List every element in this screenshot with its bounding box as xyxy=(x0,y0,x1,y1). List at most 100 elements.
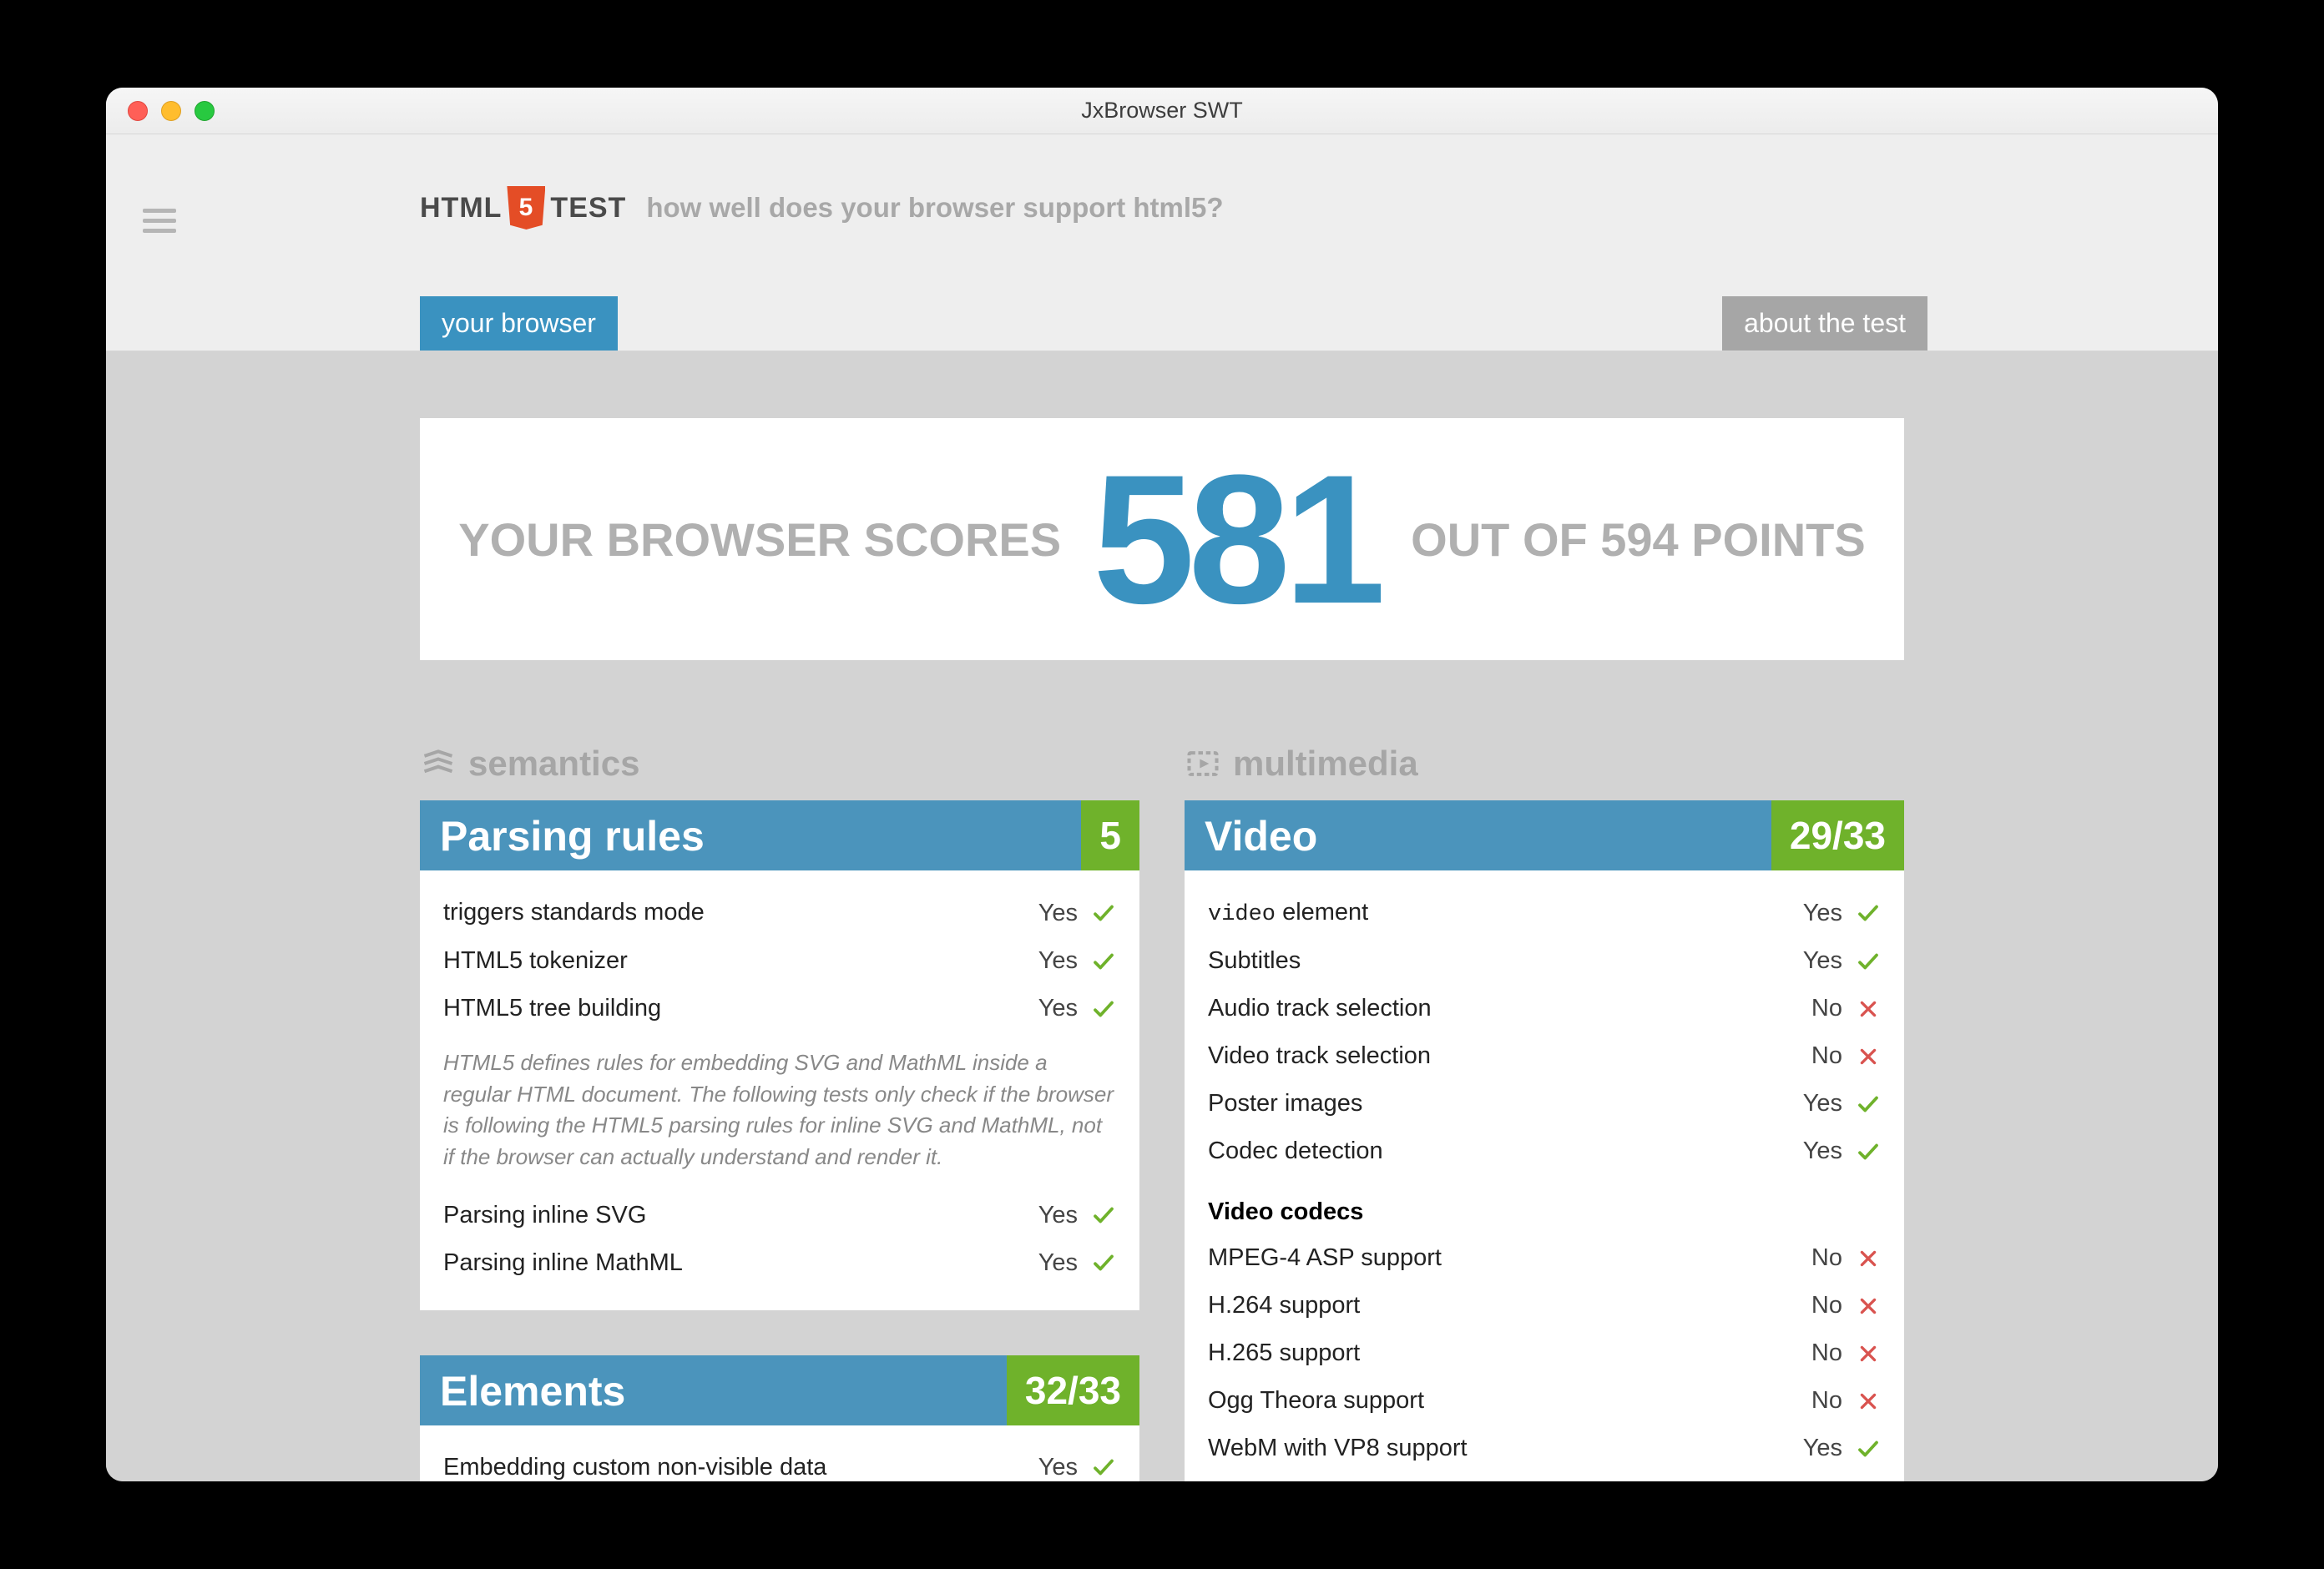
result-label: H.265 support xyxy=(1208,1339,1811,1367)
semantics-icon xyxy=(420,745,457,782)
menu-icon[interactable] xyxy=(143,203,176,239)
maximize-button[interactable] xyxy=(195,101,215,121)
result-row: Video track selectionNo xyxy=(1208,1032,1881,1080)
logo-text-left: HTML xyxy=(420,192,502,225)
result-value: No xyxy=(1811,1244,1881,1272)
result-label: Audio track selection xyxy=(1208,995,1811,1022)
result-row: Embedding custom non-visible dataYes xyxy=(443,1444,1116,1481)
results-columns: semantics Parsing rules 5 triggers standa… xyxy=(420,744,1904,1481)
section-score: 5 xyxy=(1081,800,1139,870)
result-value: No xyxy=(1811,1042,1881,1070)
check-icon xyxy=(1091,996,1116,1022)
traffic-lights xyxy=(106,101,215,121)
result-value: Yes xyxy=(1038,1249,1116,1277)
result-value: No xyxy=(1811,1339,1881,1367)
section-title: Video xyxy=(1185,800,1337,870)
result-label: Ogg Theora support xyxy=(1208,1387,1811,1415)
result-label: video element xyxy=(1208,899,1803,927)
result-value: Yes xyxy=(1803,1090,1881,1117)
result-value: Yes xyxy=(1038,947,1116,975)
result-label: HTML5 tokenizer xyxy=(443,947,1038,975)
close-button[interactable] xyxy=(128,101,148,121)
column-semantics: semantics Parsing rules 5 triggers standa… xyxy=(420,744,1139,1481)
score-banner: YOUR BROWSER SCORES 581 OUT OF 594 POINT… xyxy=(420,418,1904,660)
window-title: JxBrowser SWT xyxy=(106,98,2218,124)
result-value: Yes xyxy=(1803,1435,1881,1462)
logo[interactable]: HTML 5 TEST xyxy=(420,186,626,230)
section-score: 29/33 xyxy=(1771,800,1904,870)
logo-row: HTML 5 TEST how well does your browser s… xyxy=(420,186,1224,230)
logo-text-right: TEST xyxy=(550,192,626,225)
result-label: Embedding custom non-visible data xyxy=(443,1454,1038,1481)
result-value: Yes xyxy=(1803,900,1881,927)
section-title: Elements xyxy=(420,1355,645,1425)
category-label-text: multimedia xyxy=(1233,744,1418,784)
result-value: Yes xyxy=(1038,900,1116,927)
result-section: Video29/33video elementYesSubtitlesYesAu… xyxy=(1185,800,1904,1481)
result-row: HTML5 tokenizerYes xyxy=(443,937,1116,985)
result-row: H.264 supportNo xyxy=(1208,1282,1881,1329)
section-body: Embedding custom non-visible dataYesMath… xyxy=(420,1425,1139,1481)
result-value: No xyxy=(1811,1387,1881,1415)
result-label: Codec detection xyxy=(1208,1138,1803,1165)
check-icon xyxy=(1091,1250,1116,1275)
section-header: Elements 32/33 xyxy=(420,1355,1139,1425)
result-row: Ogg Theora supportNo xyxy=(1208,1377,1881,1425)
result-row: Parsing inline SVGYes xyxy=(443,1192,1116,1239)
result-label: Parsing inline SVG xyxy=(443,1202,1038,1229)
result-row: Poster imagesYes xyxy=(1208,1080,1881,1128)
code-snippet: video xyxy=(1208,902,1276,927)
result-value: Yes xyxy=(1038,1202,1116,1229)
section-title: Parsing rules xyxy=(420,800,725,870)
check-icon xyxy=(1856,949,1881,974)
result-row: video elementYes xyxy=(1208,889,1881,937)
check-icon xyxy=(1856,901,1881,926)
check-icon xyxy=(1091,901,1116,926)
tab-about[interactable]: about the test xyxy=(1722,296,1927,351)
nav-tabs: your browser about the test xyxy=(420,296,1927,351)
result-section: Parsing rules5 triggers standards modeYe… xyxy=(420,800,1139,1310)
page-header: HTML 5 TEST how well does your browser s… xyxy=(106,134,2218,351)
section-body: triggers standards modeYesHTML5 tokenize… xyxy=(420,870,1139,1310)
score-value: 581 xyxy=(1093,447,1379,631)
multimedia-icon xyxy=(1185,745,1221,782)
score-prefix: YOUR BROWSER SCORES xyxy=(458,512,1061,567)
section-score: 32/33 xyxy=(1007,1355,1139,1425)
result-value: Yes xyxy=(1803,1138,1881,1165)
result-row: MPEG-4 ASP supportNo xyxy=(1208,1234,1881,1282)
category-multimedia: multimedia xyxy=(1185,744,1904,784)
content-area: YOUR BROWSER SCORES 581 OUT OF 594 POINT… xyxy=(106,351,2218,1481)
result-row: triggers standards modeYes xyxy=(443,889,1116,937)
x-icon xyxy=(1856,1246,1881,1271)
result-label: MPEG-4 ASP support xyxy=(1208,1244,1811,1272)
check-icon xyxy=(1856,1092,1881,1117)
section-header: Video 29/33 xyxy=(1185,800,1904,870)
result-value: Yes xyxy=(1038,995,1116,1022)
x-icon xyxy=(1856,1044,1881,1069)
x-icon xyxy=(1856,1341,1881,1366)
result-section: Elements32/33Embedding custom non-visibl… xyxy=(420,1355,1139,1481)
result-label: Subtitles xyxy=(1208,947,1803,975)
x-icon xyxy=(1856,1294,1881,1319)
result-label: Parsing inline MathML xyxy=(443,1249,1038,1277)
result-value: No xyxy=(1811,995,1881,1022)
result-row: Codec detectionYes xyxy=(1208,1128,1881,1175)
result-row: H.265 supportNo xyxy=(1208,1329,1881,1377)
result-value: Yes xyxy=(1803,947,1881,975)
section-note: HTML5 defines rules for embedding SVG an… xyxy=(443,1032,1116,1192)
check-icon xyxy=(1856,1139,1881,1164)
result-label: HTML5 tree building xyxy=(443,995,1038,1022)
minimize-button[interactable] xyxy=(161,101,181,121)
app-window: JxBrowser SWT HTML 5 TEST how well does … xyxy=(106,88,2218,1481)
result-row: Parsing inline MathMLYes xyxy=(443,1239,1116,1287)
score-suffix: OUT OF 594 POINTS xyxy=(1411,512,1866,567)
result-label: triggers standards mode xyxy=(443,899,1038,927)
category-label-text: semantics xyxy=(468,744,639,784)
check-icon xyxy=(1091,949,1116,974)
result-label: H.264 support xyxy=(1208,1292,1811,1319)
result-label: Video track selection xyxy=(1208,1042,1811,1070)
tagline: how well does your browser support html5… xyxy=(646,192,1223,224)
tab-your-browser[interactable]: your browser xyxy=(420,296,618,351)
result-label: Poster images xyxy=(1208,1090,1803,1117)
result-value: No xyxy=(1811,1292,1881,1319)
